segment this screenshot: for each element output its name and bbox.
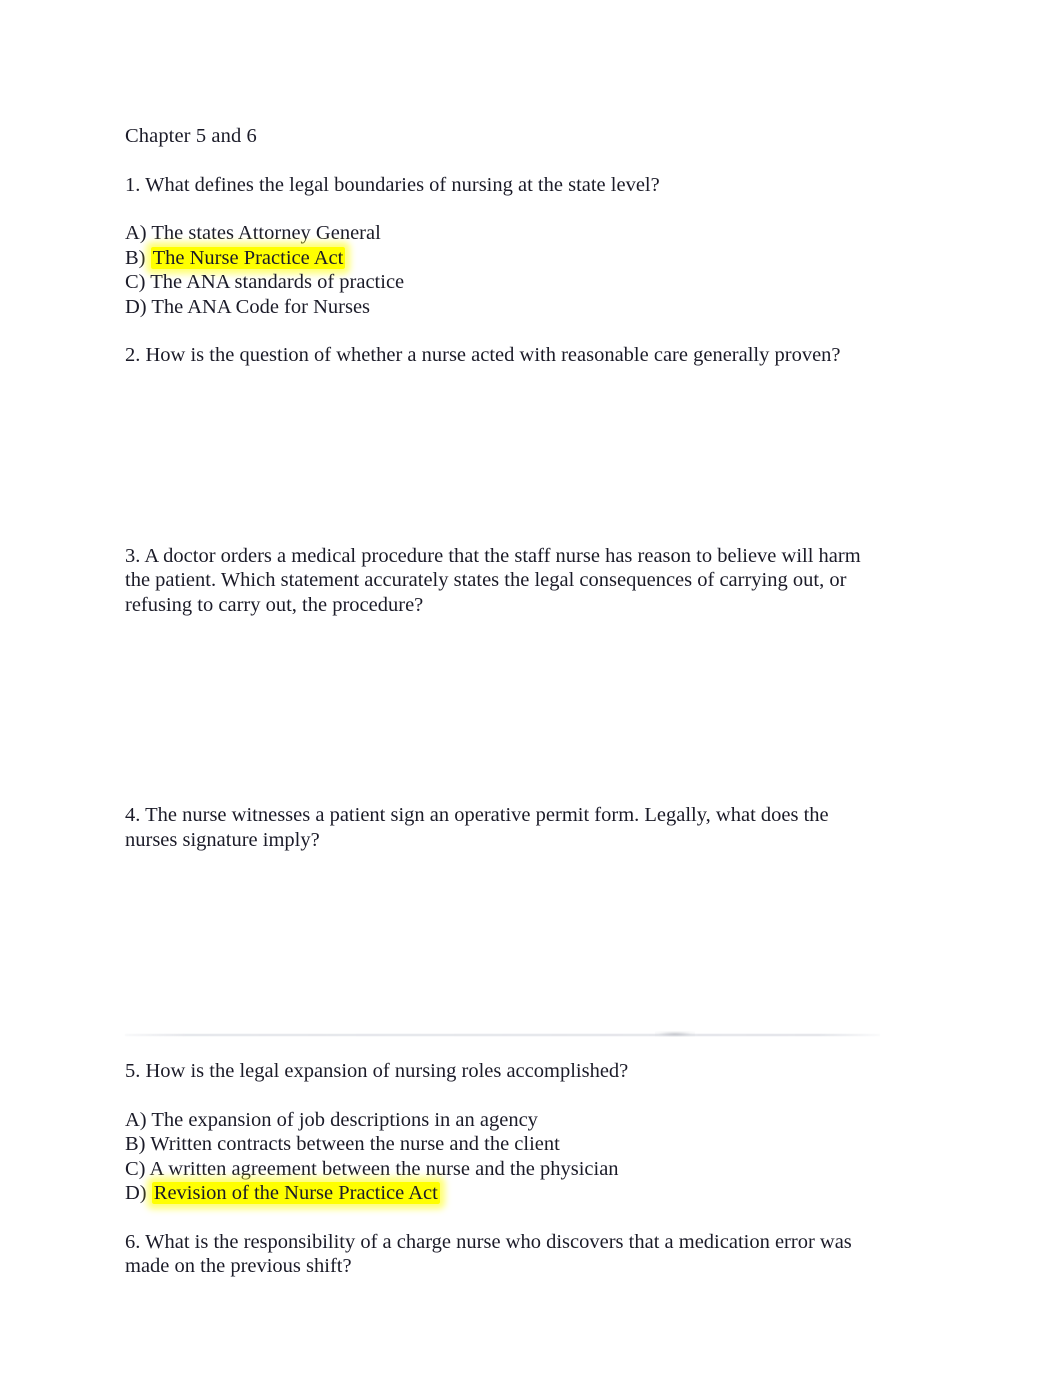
- option-1-d[interactable]: D) The ANA Code for Nurses: [125, 295, 885, 320]
- question-2-text: 2. How is the question of whether a nurs…: [125, 344, 841, 366]
- question-6-text: 6. What is the responsibility of a charg…: [125, 1230, 852, 1278]
- question-3-text: 3. A doctor orders a medical procedure t…: [125, 544, 861, 616]
- question-2-answer-area: [125, 368, 885, 544]
- question-5-options: A) The expansion of job descriptions in …: [125, 1108, 885, 1206]
- question-1-options: A) The states Attorney General B) The Nu…: [125, 221, 885, 319]
- question-4-text: 4. The nurse witnesses a patient sign an…: [125, 804, 829, 851]
- option-1-b[interactable]: B) The Nurse Practice Act: [125, 246, 885, 271]
- document-page: Chapter 5 and 6 1. What defines the lega…: [0, 0, 1062, 1377]
- page-break-mark: [655, 1031, 695, 1037]
- question-4-answer-area: [125, 852, 885, 996]
- document-title: Chapter 5 and 6: [125, 125, 257, 147]
- option-5-d-highlighted-text: Revision of the Nurse Practice Act: [151, 1182, 440, 1204]
- option-5-a[interactable]: A) The expansion of job descriptions in …: [125, 1108, 885, 1133]
- document-body: Chapter 5 and 6 1. What defines the lega…: [125, 124, 885, 996]
- option-1-b-highlighted-text: The Nurse Practice Act: [150, 246, 346, 269]
- question-5-text: 5. How is the legal expansion of nursing…: [125, 1060, 629, 1082]
- option-5-c[interactable]: C) A written agreement between the nurse…: [125, 1157, 885, 1182]
- document-body-continued: 5. How is the legal expansion of nursing…: [125, 1059, 885, 1279]
- option-5-b[interactable]: B) Written contracts between the nurse a…: [125, 1132, 885, 1157]
- option-5-d-prefix: D): [125, 1182, 152, 1204]
- option-1-a[interactable]: A) The states Attorney General: [125, 221, 885, 246]
- option-5-d[interactable]: D) Revision of the Nurse Practice Act: [125, 1181, 885, 1206]
- page-break-divider: [125, 1034, 880, 1036]
- option-1-c[interactable]: C) The ANA standards of practice: [125, 270, 885, 295]
- option-1-b-prefix: B): [125, 246, 151, 269]
- question-1-text: 1. What defines the legal boundaries of …: [125, 173, 660, 196]
- question-3-answer-area: [125, 617, 885, 803]
